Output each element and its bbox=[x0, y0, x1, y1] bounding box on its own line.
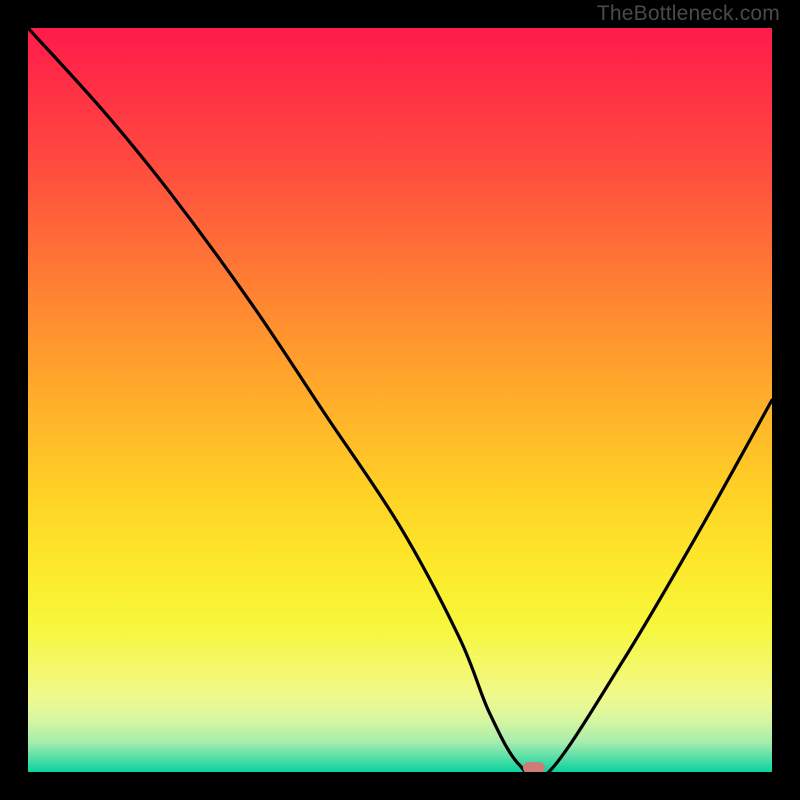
bottleneck-curve bbox=[28, 28, 772, 772]
plot-area bbox=[28, 28, 772, 772]
watermark-text: TheBottleneck.com bbox=[597, 2, 780, 26]
chart-frame: TheBottleneck.com bbox=[0, 0, 800, 800]
optimal-point-marker bbox=[523, 762, 545, 772]
